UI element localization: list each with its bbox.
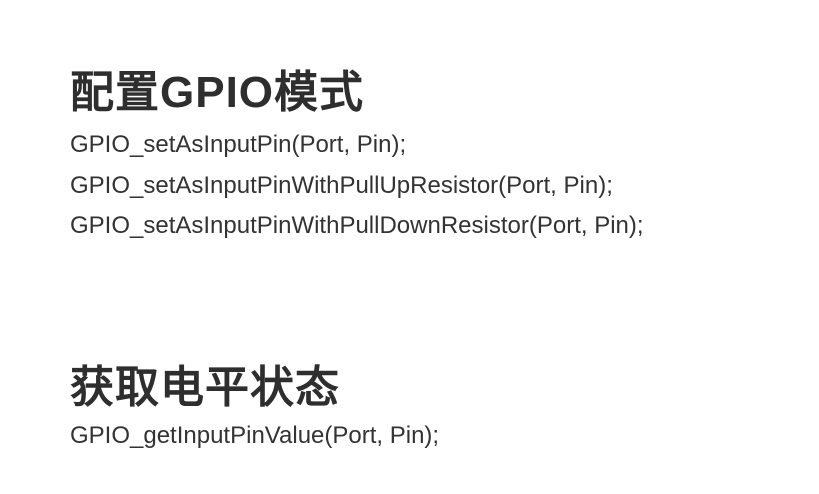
document-page: 配置GPIO模式 GPIO_setAsInputPin(Port, Pin); …	[0, 0, 819, 494]
code-line-set-as-input-pin: GPIO_setAsInputPin(Port, Pin);	[70, 131, 407, 158]
section-heading-gpio-mode: 配置GPIO模式	[70, 68, 365, 117]
code-line-get-input-pin-value: GPIO_getInputPinValue(Port, Pin);	[70, 422, 440, 449]
code-line-set-as-input-pin-pull-down: GPIO_setAsInputPinWithPullDownResistor(P…	[70, 212, 644, 239]
section-heading-read-level: 获取电平状态	[70, 363, 340, 412]
code-line-set-as-input-pin-pull-up: GPIO_setAsInputPinWithPullUpResistor(Por…	[70, 172, 613, 199]
